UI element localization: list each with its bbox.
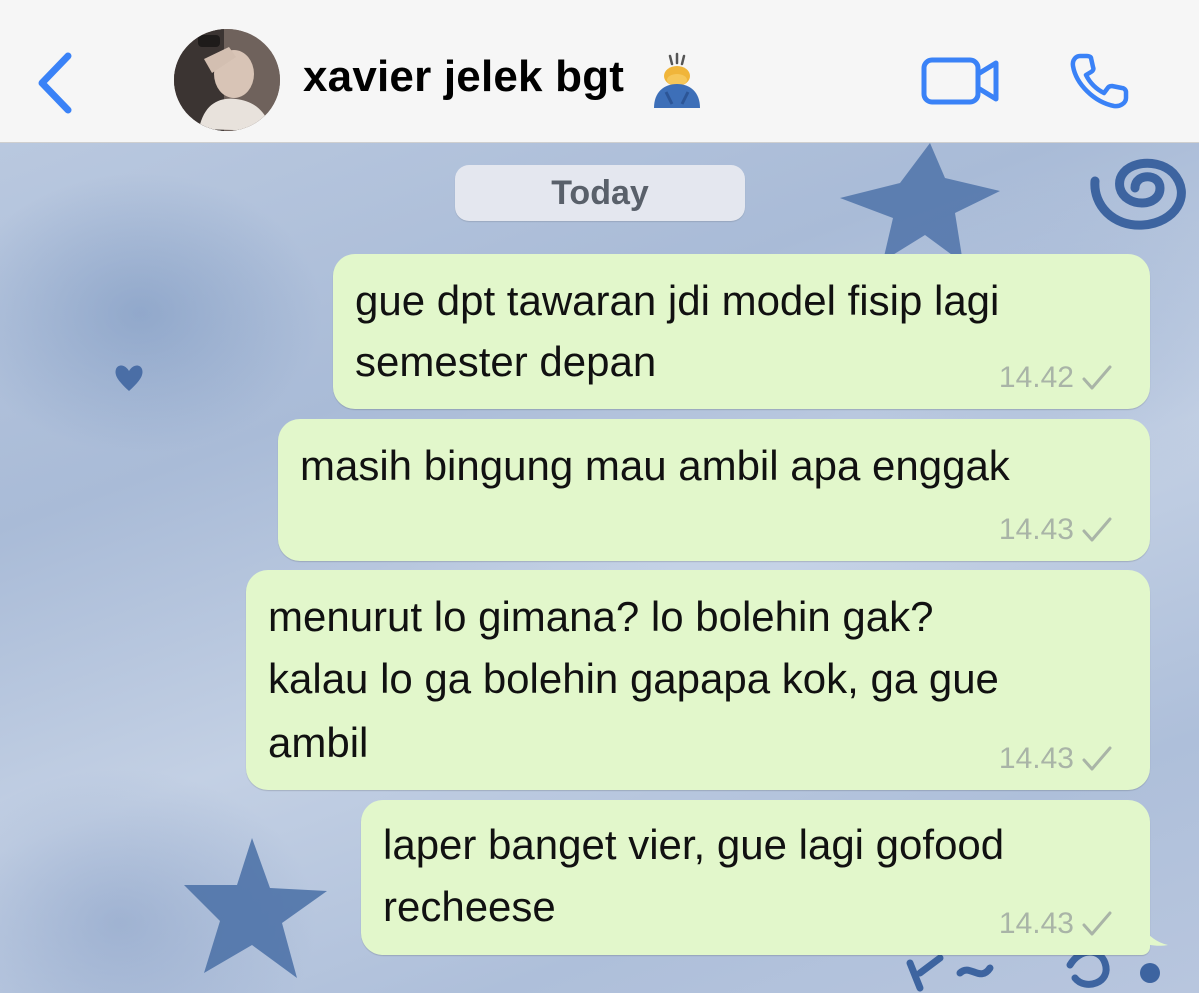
sent-check-icon [1082, 911, 1112, 936]
message-bubble[interactable]: masih bingung mau ambil apa enggak 14.43 [278, 419, 1150, 561]
message-meta: 14.43 [999, 742, 1114, 776]
contact-name[interactable]: xavier jelek bgt [303, 52, 624, 102]
message-bubble[interactable]: menurut lo gimana? lo bolehin gak? kalau… [246, 570, 1150, 790]
message-time: 14.43 [998, 513, 1074, 546]
message-meta: 14.43 [999, 513, 1114, 547]
date-separator: Today [455, 165, 745, 221]
chat-screen: xavier jelek bgt Today gue dpt tawaran j… [0, 0, 1199, 993]
bubble-tail [1138, 913, 1168, 946]
message-text-line: menurut lo gimana? lo bolehin gak? [268, 593, 934, 640]
sent-check-icon [1082, 365, 1112, 390]
message-time: 14.43 [998, 742, 1074, 775]
message-meta: 14.42 [999, 361, 1114, 395]
voice-call-button[interactable] [1066, 50, 1134, 112]
message-time: 14.42 [998, 361, 1074, 394]
sent-check-icon [1082, 517, 1112, 542]
back-button[interactable] [30, 48, 82, 118]
message-text-line: semester depan [355, 338, 657, 385]
message-text-line: laper banget vier, gue lagi gofood [383, 821, 1005, 868]
video-call-button[interactable] [920, 54, 1002, 108]
star-decoration [184, 838, 327, 978]
spiral-decoration [1090, 158, 1186, 230]
message-meta: 14.43 [999, 907, 1114, 941]
heart-decoration [115, 365, 143, 391]
phone-icon [1070, 53, 1129, 109]
message-text-line: kalau lo ga bolehin gapapa kok, ga gue [268, 655, 999, 702]
contact-avatar[interactable] [174, 29, 280, 131]
chevron-left-icon [38, 52, 72, 114]
message-time: 14.43 [998, 907, 1074, 940]
message-text-line: gue dpt tawaran jdi model fisip lagi [355, 277, 1000, 324]
message-bubble[interactable]: gue dpt tawaran jdi model fisip lagi sem… [333, 254, 1150, 409]
chat-header: xavier jelek bgt [0, 0, 1199, 143]
sent-check-icon [1082, 746, 1112, 771]
message-text-line: recheese [383, 883, 556, 930]
message-text-line: masih bingung mau ambil apa enggak [300, 442, 1010, 489]
message-bubble[interactable]: laper banget vier, gue lagi gofood reche… [361, 800, 1168, 955]
star-decoration [840, 143, 1000, 263]
avatar-photo [174, 29, 280, 131]
person-bowing-emoji-icon [654, 52, 700, 108]
video-camera-icon [921, 57, 999, 105]
message-text-line: ambil [268, 719, 369, 766]
